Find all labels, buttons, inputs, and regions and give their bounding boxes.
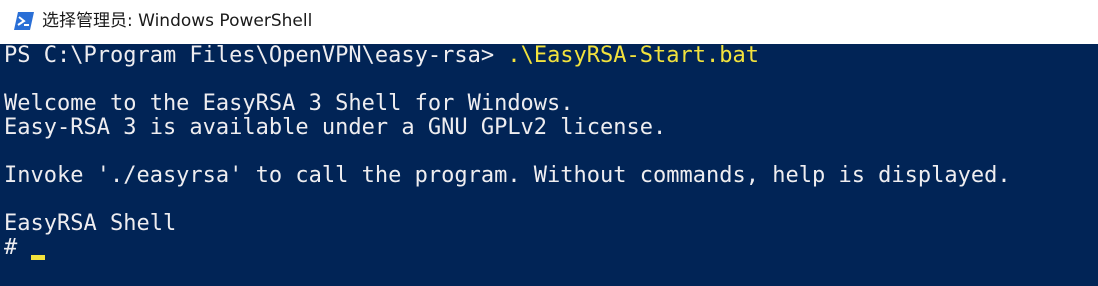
powershell-window: 选择管理员: Windows PowerShell PS C:\Program …: [0, 0, 1098, 286]
title-bar[interactable]: 选择管理员: Windows PowerShell: [0, 0, 1098, 44]
prompt-text: PS C:\Program Files\OpenVPN\easy-rsa>: [4, 43, 508, 68]
console-area[interactable]: PS C:\Program Files\OpenVPN\easy-rsa> .\…: [0, 44, 1098, 286]
output-line: Invoke './easyrsa' to call the program. …: [4, 163, 1011, 188]
window-title: 选择管理员: Windows PowerShell: [42, 11, 313, 31]
command-text: .\EasyRSA-Start.bat: [507, 43, 759, 68]
output-line: Easy-RSA 3 is available under a GNU GPLv…: [4, 115, 667, 140]
powershell-icon: [14, 12, 34, 30]
prompt-line: PS C:\Program Files\OpenVPN\easy-rsa> .\…: [4, 44, 759, 68]
output-line: EasyRSA Shell: [4, 211, 177, 236]
text-cursor: [31, 255, 45, 260]
output-line: Welcome to the EasyRSA 3 Shell for Windo…: [4, 91, 574, 116]
shell-prompt: #: [4, 235, 18, 260]
